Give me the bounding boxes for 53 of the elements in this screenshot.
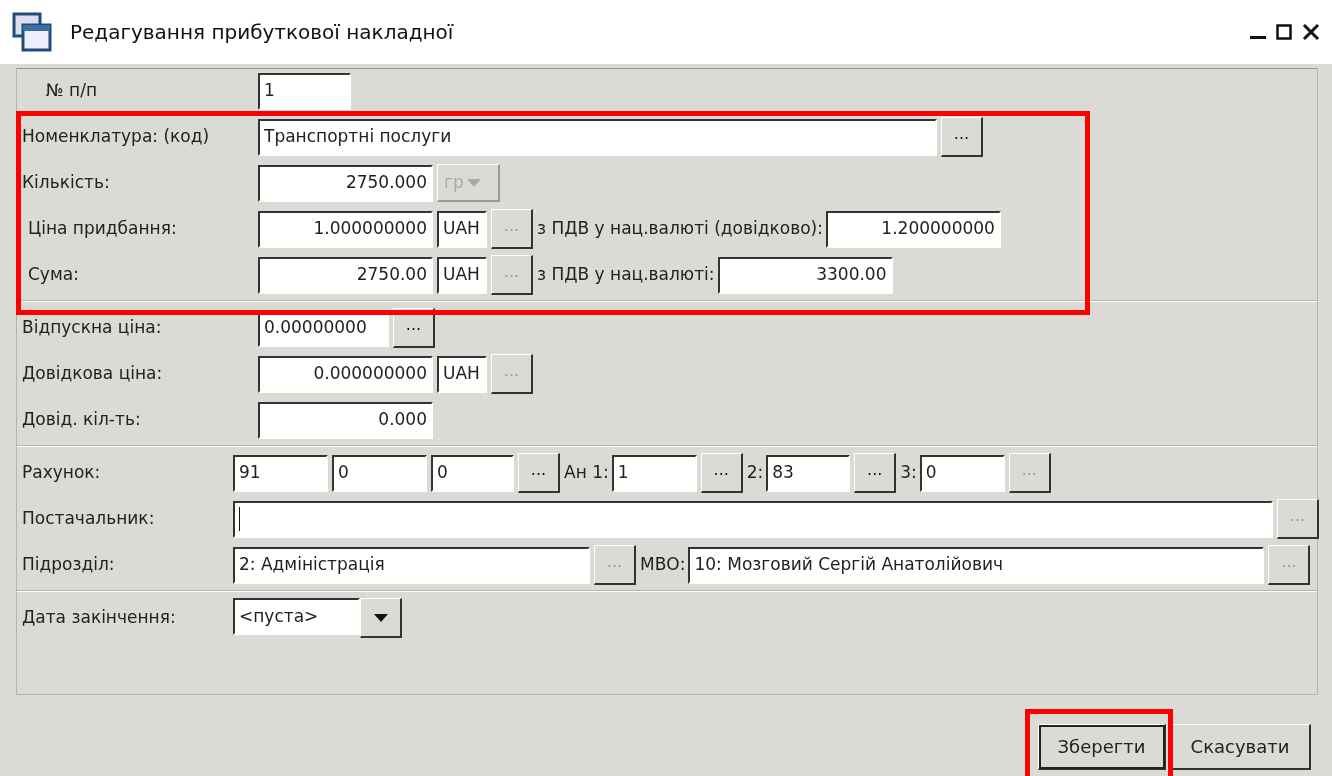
input-field[interactable]: 1.200000000 <box>825 210 1001 248</box>
input-field[interactable]: 2750.00 <box>258 256 433 294</box>
input-field[interactable] <box>233 500 1273 538</box>
input-field[interactable]: Транспортні послуги <box>258 118 937 156</box>
caret-icon <box>465 177 482 188</box>
browse-button[interactable]: ... <box>854 453 897 493</box>
browse-button[interactable]: ... <box>518 453 560 493</box>
input-field[interactable]: 1 <box>258 72 351 110</box>
date-field[interactable]: <пуста> <box>233 598 360 635</box>
browse-button[interactable]: ... <box>941 117 983 157</box>
field-label: Відпускна ціна: <box>21 316 163 340</box>
field-label: МВО: <box>640 553 686 577</box>
window-title: Редагування прибуткової накладної <box>70 19 454 46</box>
field-label: Сума: <box>27 263 80 287</box>
input-field[interactable]: 1 <box>611 454 697 492</box>
field-label: Підрозділ: <box>21 553 116 577</box>
cancel-button[interactable]: Скасувати <box>1170 724 1311 770</box>
field-label: з ПДВ у нац.валюті: <box>537 263 715 287</box>
input-field[interactable]: 1.000000000 <box>258 210 433 248</box>
field-label: Рахунок: <box>21 461 102 485</box>
input-field[interactable]: UAH <box>437 256 487 294</box>
input-field[interactable]: 0 <box>332 454 427 492</box>
input-field[interactable]: 10: Мозговий Сергій Анатолійович <box>688 546 1265 584</box>
input-field[interactable]: 3300.00 <box>717 256 893 294</box>
input-field[interactable]: 2750.000 <box>258 164 433 202</box>
input-field[interactable]: 83 <box>766 454 851 492</box>
caret-icon <box>372 612 389 623</box>
field-label: Довід. кіл-ть: <box>21 408 142 432</box>
close-icon[interactable] <box>1302 23 1320 41</box>
field-label: Ціна придбання: <box>27 217 178 241</box>
field-label: Дата закінчення: <box>21 606 177 630</box>
input-field[interactable]: 2: Адміністрація <box>233 546 590 584</box>
field-label: Кількість: <box>21 171 111 195</box>
input-field[interactable]: 0 <box>919 454 1005 492</box>
field-label: 3: <box>900 461 917 485</box>
input-field[interactable]: UAH <box>437 210 487 248</box>
input-field[interactable]: UAH <box>437 355 487 393</box>
field-label: № п/п <box>45 79 99 103</box>
dropdown-button[interactable] <box>360 598 402 638</box>
field-label: Ан 1: <box>564 461 609 485</box>
field-label: Постачальник: <box>21 507 156 531</box>
window-icon <box>12 12 52 52</box>
field-label: 2: <box>746 461 764 485</box>
field-label: Номенклатура: (код) <box>21 125 211 149</box>
field-label: Довідкова ціна: <box>21 362 164 386</box>
browse-button[interactable]: ... <box>700 453 743 493</box>
maximize-icon[interactable] <box>1276 24 1292 40</box>
input-field[interactable]: 0.000000000 <box>258 355 433 393</box>
save-button[interactable]: Зберегти <box>1038 724 1166 770</box>
field-label: з ПДВ у нац.валюті (довідково): <box>537 217 823 241</box>
input-field[interactable]: 91 <box>233 454 328 492</box>
input-field[interactable]: 0.000 <box>258 401 433 439</box>
input-field[interactable]: 0 <box>431 454 514 492</box>
